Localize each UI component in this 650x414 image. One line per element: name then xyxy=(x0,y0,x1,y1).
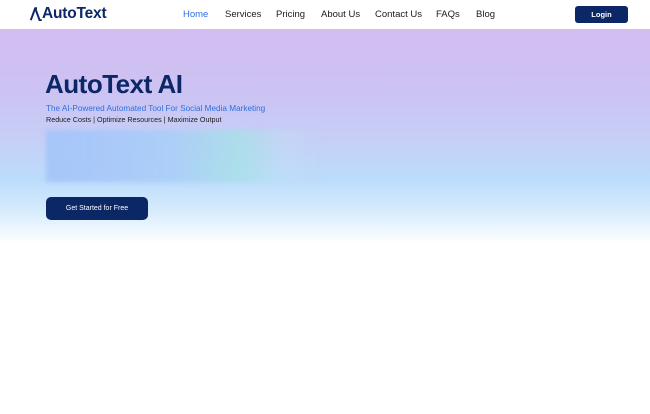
nav-link-about-us[interactable]: About Us xyxy=(321,8,360,21)
logo-a-icon xyxy=(30,7,42,21)
brand-logo[interactable]: AutoText xyxy=(30,5,107,23)
hero-tagline: Reduce Costs | Optimize Resources | Maxi… xyxy=(46,115,222,124)
hero-blurred-banner xyxy=(46,130,321,182)
top-navbar: AutoText Home Services Pricing About Us … xyxy=(0,0,650,29)
login-button[interactable]: Login xyxy=(575,6,628,23)
hero-title: AutoText AI xyxy=(45,69,183,99)
nav-link-faqs[interactable]: FAQs xyxy=(436,8,460,21)
nav-link-services[interactable]: Services xyxy=(225,8,261,21)
brand-logo-text: AutoText xyxy=(42,5,107,22)
nav-link-blog[interactable]: Blog xyxy=(476,8,495,21)
nav-link-home[interactable]: Home xyxy=(183,8,208,21)
get-started-button[interactable]: Get Started for Free xyxy=(46,197,148,220)
nav-link-contact-us[interactable]: Contact Us xyxy=(375,8,422,21)
hero-subtitle: The AI-Powered Automated Tool For Social… xyxy=(46,104,266,113)
hero-section: AutoText AI The AI-Powered Automated Too… xyxy=(0,29,650,244)
nav-link-pricing[interactable]: Pricing xyxy=(276,8,305,21)
